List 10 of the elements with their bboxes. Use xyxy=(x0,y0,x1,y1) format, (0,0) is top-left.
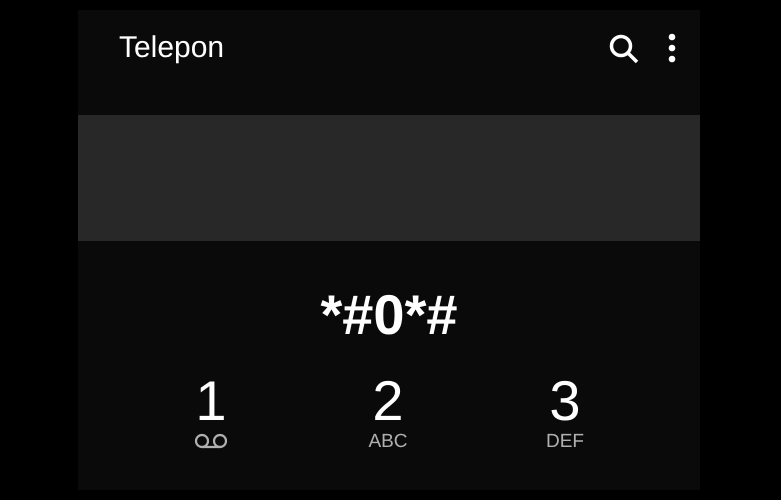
voicemail-icon xyxy=(194,433,228,449)
dial-key[interactable]: 1 xyxy=(122,373,300,453)
dialed-number: *#0*# xyxy=(319,283,459,347)
more-button[interactable] xyxy=(668,33,676,65)
more-icon xyxy=(668,33,676,65)
dial-key[interactable]: 3 DEF xyxy=(476,373,654,453)
dial-key[interactable]: 2 ABC xyxy=(300,373,476,453)
app-title: Telepon xyxy=(119,30,226,66)
search-button[interactable] xyxy=(608,33,640,65)
search-icon xyxy=(608,33,640,65)
